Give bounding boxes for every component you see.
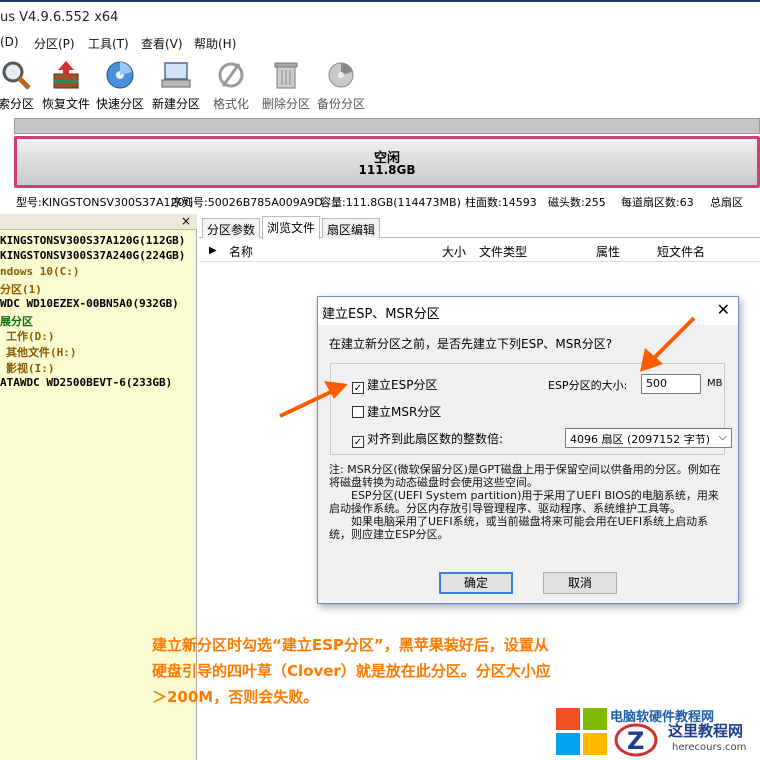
watermark-site-name: 这里教程网 [668, 722, 744, 740]
windows-logo-icon [556, 708, 607, 755]
instruction-annotation: 建立新分区时勾选“建立ESP分区”，黑苹果装好后，设置从 硬盘引导的四叶草（Cl… [152, 632, 632, 710]
arrow-to-esp-size [640, 316, 696, 372]
app-window: us V4.9.6.552 x64 (D) 分区(P) 工具(T) 查看(V) … [0, 0, 760, 760]
watermark-url: herecours.com [672, 742, 747, 753]
annotation-line: 建立新分区时勾选“建立ESP分区”，黑苹果装好后，设置从 [152, 636, 549, 654]
svg-text:Z: Z [627, 727, 644, 755]
annotation-line: 硬盘引导的四叶草（Clover）就是放在此分区。分区大小应 [152, 662, 551, 680]
arrow-to-esp-checkbox [279, 381, 348, 418]
site-logo-icon: Z [614, 723, 658, 757]
annotation-line: ＞200M，否则会失败。 [152, 688, 319, 706]
